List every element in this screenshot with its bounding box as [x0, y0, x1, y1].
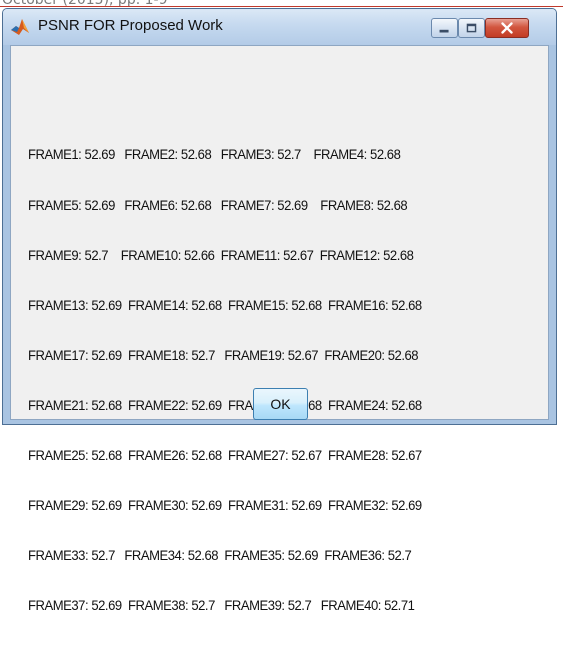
- title-bar[interactable]: PSNR FOR Proposed Work: [3, 9, 556, 45]
- dialog-body: FRAME1: 52.69 FRAME2: 52.68 FRAME3: 52.7…: [10, 45, 549, 614]
- psnr-line: FRAME37: 52.69 FRAME38: 52.7 FRAME39: 52…: [28, 598, 415, 615]
- psnr-results-text: FRAME1: 52.69 FRAME2: 52.68 FRAME3: 52.7…: [28, 114, 422, 648]
- matlab-icon: [11, 19, 29, 35]
- psnr-line: FRAME5: 52.69 FRAME6: 52.68 FRAME7: 52.6…: [28, 197, 408, 214]
- document-header-rule: [0, 6, 563, 7]
- minimize-button[interactable]: [431, 18, 458, 38]
- maximize-button[interactable]: [458, 18, 485, 38]
- window-title: PSNR FOR Proposed Work: [38, 17, 223, 34]
- psnr-line: FRAME29: 52.69 FRAME30: 52.69 FRAME31: 5…: [28, 498, 422, 515]
- close-button[interactable]: [485, 18, 529, 38]
- psnr-line: FRAME25: 52.68 FRAME26: 52.68 FRAME27: 5…: [28, 447, 422, 464]
- psnr-line: FRAME9: 52.7 FRAME10: 52.66 FRAME11: 52.…: [28, 247, 414, 264]
- psnr-line: FRAME33: 52.7 FRAME34: 52.68 FRAME35: 52…: [28, 548, 412, 565]
- minimize-icon: [439, 29, 449, 33]
- maximize-icon: [466, 23, 477, 33]
- psnr-line: FRAME17: 52.69 FRAME18: 52.7 FRAME19: 52…: [28, 347, 419, 364]
- ok-button[interactable]: OK: [253, 388, 308, 420]
- dialog-window: PSNR FOR Proposed Work FRAME1: 52.69 FRA…: [2, 8, 557, 614]
- close-icon: [501, 22, 513, 34]
- psnr-line: FRAME1: 52.69 FRAME2: 52.68 FRAME3: 52.7…: [28, 147, 401, 164]
- psnr-line: FRAME21: 52.68 FRAME22: 52.69 FRAME23: 5…: [28, 397, 422, 414]
- psnr-line: FRAME13: 52.69 FRAME14: 52.68 FRAME15: 5…: [28, 297, 422, 314]
